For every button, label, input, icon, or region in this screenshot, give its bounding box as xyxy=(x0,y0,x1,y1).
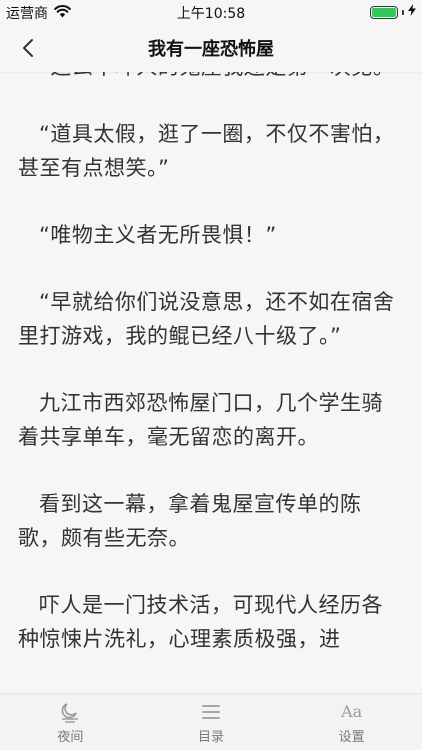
night-mode-icon xyxy=(59,700,81,724)
tab-catalog-label: 目录 xyxy=(197,729,224,745)
battery-icon xyxy=(370,5,398,19)
tab-night-mode[interactable]: 夜间 xyxy=(20,700,120,745)
battery-tip xyxy=(402,9,404,15)
list-icon xyxy=(200,700,222,724)
paragraph: “唯物主义者无所畏惧！” xyxy=(39,223,277,247)
paragraph: 九江市西郊恐怖屋门口，几个学生骑着共享单车，毫无留恋的离开。 xyxy=(18,391,383,449)
paragraph: “这么不吓人的鬼屋我还是第一次见。” xyxy=(18,72,404,84)
tab-settings[interactable]: Aa 设置 xyxy=(302,700,402,745)
back-button[interactable] xyxy=(14,34,42,62)
reader-text: “这么不吓人的鬼屋我还是第一次见。” “道具太假，逛了一圈，不仅不害怕，甚至有点… xyxy=(18,72,404,689)
tab-settings-label: 设置 xyxy=(338,729,365,745)
tab-bar: 夜间 目录 Aa 设置 xyxy=(0,693,422,750)
tab-night-label: 夜间 xyxy=(57,729,84,745)
paragraph: 吓人是一门技术活，可现代人经历各种惊悚片洗礼，心理素质极强，进 xyxy=(18,593,383,651)
nav-bar: 我有一座恐怖屋 xyxy=(0,24,422,72)
chevron-left-icon xyxy=(23,39,33,57)
status-time: 上午10:58 xyxy=(176,6,246,22)
font-size-icon-text: Aa xyxy=(341,702,363,721)
page-title: 我有一座恐怖屋 xyxy=(148,39,274,60)
font-size-icon: Aa xyxy=(341,700,362,724)
paragraph: “道具太假，逛了一圈，不仅不害怕，甚至有点想笑。” xyxy=(18,122,395,180)
paragraph: “早就给你们说没意思，还不如在宿舍里打游戏，我的鲲已经八十级了。” xyxy=(18,290,395,348)
reader-content[interactable]: “这么不吓人的鬼屋我还是第一次见。” “道具太假，逛了一圈，不仅不害怕，甚至有点… xyxy=(0,72,422,694)
status-right xyxy=(370,4,416,20)
tab-catalog[interactable]: 目录 xyxy=(161,700,261,745)
status-bar: 运营商 上午10:58 xyxy=(0,0,422,24)
charging-icon xyxy=(408,4,416,20)
paragraph: 看到这一幕，拿着鬼屋宣传单的陈歌，颇有些无奈。 xyxy=(18,492,362,550)
